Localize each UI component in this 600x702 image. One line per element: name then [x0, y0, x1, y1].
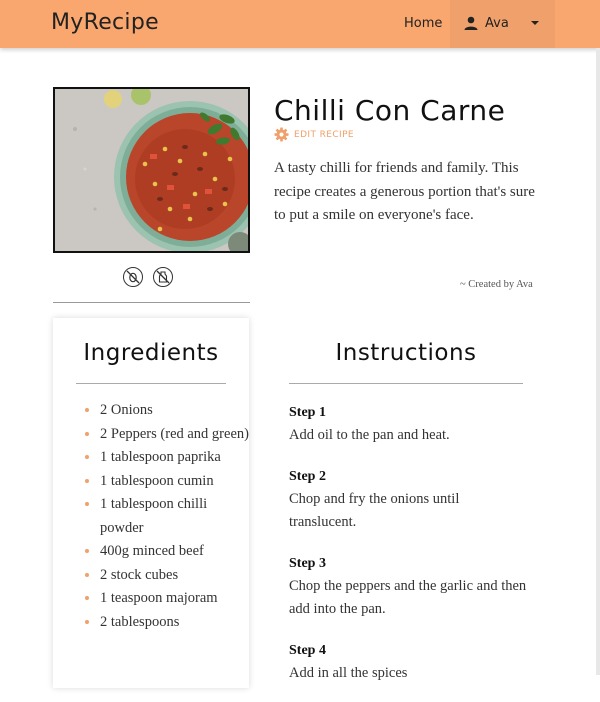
- recipe-title: Chilli Con Carne: [274, 94, 506, 127]
- instructions-steps: Step 1 Add oil to the pan and heat. Step…: [289, 401, 529, 702]
- user-menu-dropdown[interactable]: Ava: [450, 0, 555, 48]
- ingredients-card: Ingredients 2 Onions 2 Peppers (red and …: [53, 318, 249, 688]
- recipe-author: ~ Created by Ava: [460, 279, 533, 290]
- step-text: Chop and fry the onions until translucen…: [289, 490, 460, 531]
- instruction-step: Step 3 Chop the peppers and the garlic a…: [289, 552, 529, 622]
- instruction-step: Step 1 Add oil to the pan and heat.: [289, 401, 529, 448]
- recipe-description: A tasty chilli for friends and family. T…: [274, 160, 535, 223]
- instructions-divider: [289, 383, 523, 384]
- ingredient-item: 400g minced beef: [100, 540, 250, 564]
- ingredients-list: 2 Onions 2 Peppers (red and green) 1 tab…: [87, 399, 250, 634]
- ingredient-item: 2 stock cubes: [100, 564, 250, 588]
- step-text: Chop the peppers and the garlic and then…: [289, 577, 527, 618]
- ingredient-item: 1 teaspoon majoram: [100, 587, 250, 611]
- ingredient-item: 2 tablespoons: [100, 611, 250, 635]
- brand-logo[interactable]: MyRecipe: [51, 10, 159, 35]
- edit-recipe-label: EDIT RECIPE: [294, 129, 355, 140]
- ingredient-item: 1 tablespoon chilli powder: [100, 493, 250, 540]
- step-label: Step 2: [289, 468, 326, 484]
- instructions-heading: Instructions: [335, 340, 477, 366]
- nav-home-link[interactable]: Home: [404, 16, 442, 31]
- ingredient-item: 1 tablespoon paprika: [100, 446, 250, 470]
- ingredient-item: 2 Onions: [100, 399, 250, 423]
- user-name-label: Ava: [485, 16, 509, 31]
- ingredients-heading: Ingredients: [83, 340, 219, 366]
- instruction-step: Step 4 Add in all the spices: [289, 639, 529, 686]
- ingredients-divider: [76, 383, 226, 384]
- recipe-photo: [53, 87, 250, 253]
- no-nuts-icon: [123, 267, 143, 287]
- step-label: Step 4: [289, 642, 326, 658]
- gear-icon: [274, 127, 289, 142]
- step-label: Step 1: [289, 405, 326, 420]
- ingredient-item: 1 tablespoon cumin: [100, 470, 250, 494]
- image-divider: [53, 302, 250, 303]
- step-text: Add oil to the pan and heat.: [289, 427, 450, 443]
- instruction-step: Step 2 Chop and fry the onions until tra…: [289, 465, 529, 535]
- no-dairy-icon: [153, 267, 174, 287]
- edit-recipe-link[interactable]: EDIT RECIPE: [274, 127, 354, 142]
- top-navbar: MyRecipe Home Ava: [0, 0, 600, 48]
- dietary-badges: [123, 267, 179, 287]
- step-text: Add in all the spices: [289, 664, 408, 681]
- user-icon: [464, 16, 478, 30]
- step-label: Step 3: [289, 555, 326, 571]
- ingredient-item: 2 Peppers (red and green): [100, 423, 250, 447]
- page-scrollbar[interactable]: [596, 48, 600, 675]
- chevron-down-icon: [531, 21, 539, 25]
